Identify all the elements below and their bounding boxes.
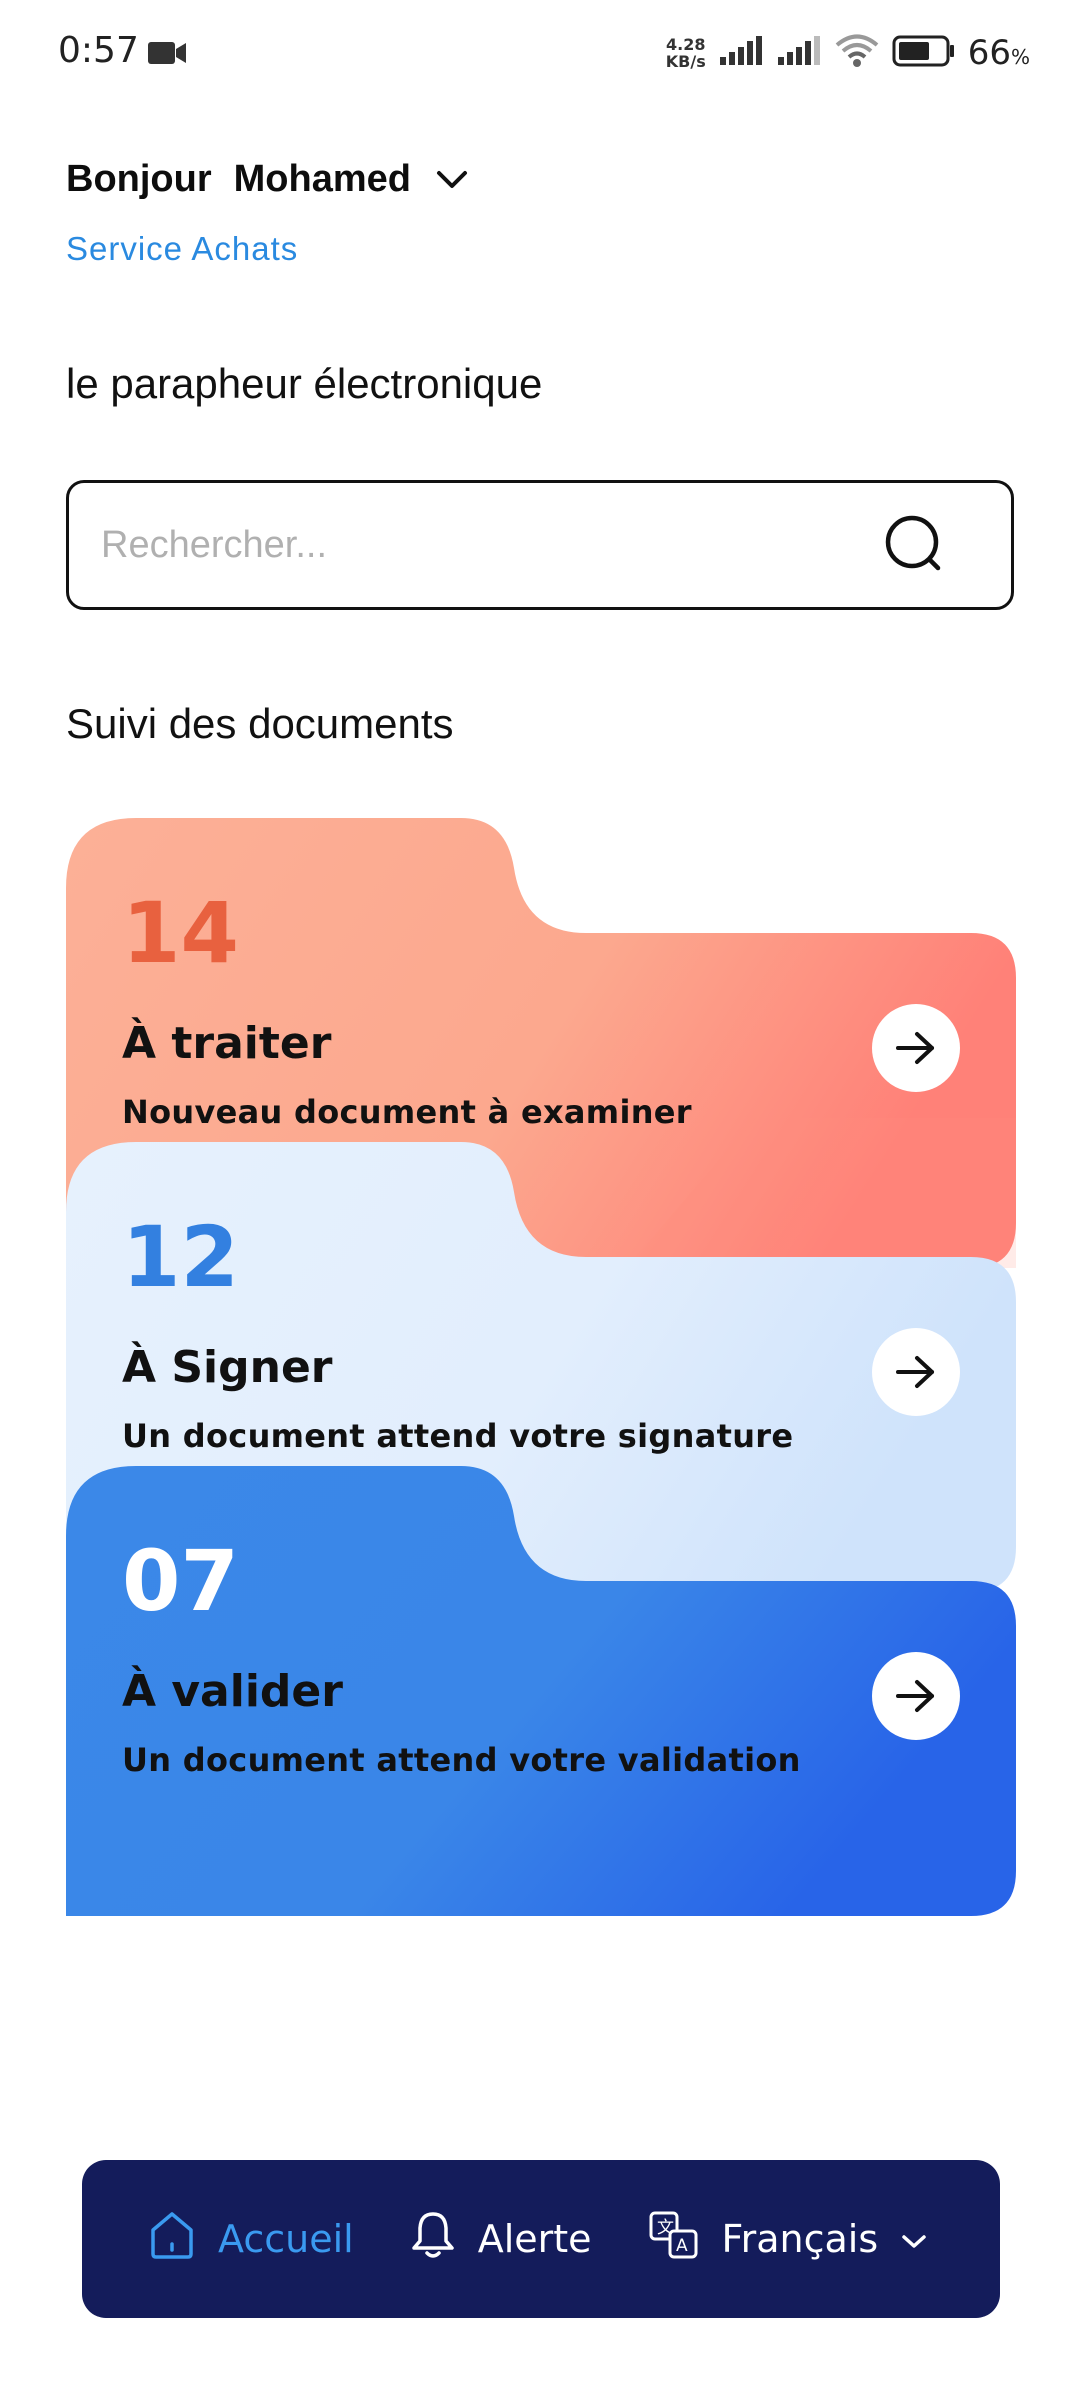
video-camera-icon: [148, 40, 188, 71]
status-bar: 0:57 4.28 KB/s 66%: [0, 0, 1080, 110]
status-icons: 4.28 KB/s 66%: [666, 28, 1030, 78]
service-label: Service Achats: [66, 230, 299, 267]
card-title: À Signer: [122, 1342, 333, 1393]
arrow-right-icon: [896, 1356, 934, 1388]
signal-icon-2: [776, 35, 822, 72]
page-subtitle: le parapheur électronique: [66, 360, 543, 407]
section-title: Suivi des documents: [66, 700, 454, 747]
home-icon: [148, 2210, 196, 2269]
arrow-right-icon: [896, 1680, 934, 1712]
user-selector[interactable]: Bonjour Mohamed: [66, 158, 469, 201]
card-to-validate[interactable]: 07 À valider Un document attend votre va…: [66, 1466, 1016, 1916]
card-count: 14: [122, 884, 239, 982]
search-input[interactable]: [101, 523, 875, 567]
nav-item-language[interactable]: 文A Français: [648, 2210, 929, 2269]
card-description: Un document attend votre signature: [122, 1417, 794, 1455]
card-title: À traiter: [122, 1018, 332, 1069]
card-count: 07: [122, 1532, 239, 1630]
user-name: Mohamed: [233, 158, 411, 200]
signal-icon: [718, 35, 764, 72]
greeting-text: Bonjour: [66, 158, 212, 200]
network-speed: 4.28 KB/s: [665, 35, 706, 71]
arrow-right-icon: [896, 1032, 934, 1064]
svg-text:A: A: [676, 2236, 688, 2256]
search-icon[interactable]: [875, 505, 955, 585]
search-bar: [66, 480, 1014, 610]
card-description: Nouveau document à examiner: [122, 1093, 692, 1131]
nav-label: Alerte: [477, 2217, 592, 2261]
battery-percent: 66%: [967, 33, 1030, 73]
translate-icon: 文A: [648, 2210, 700, 2269]
nav-label: Français: [721, 2217, 879, 2261]
open-to-validate-button[interactable]: [872, 1652, 960, 1740]
nav-item-alerts[interactable]: Alerte: [410, 2209, 592, 2270]
battery-icon: [892, 35, 956, 72]
bottom-navigation: Accueil Alerte 文A Français: [82, 2160, 1000, 2318]
open-to-process-button[interactable]: [872, 1004, 960, 1092]
card-title: À valider: [122, 1666, 343, 1717]
bell-icon: [410, 2209, 456, 2270]
nav-label: Accueil: [218, 2217, 354, 2261]
chevron-down-icon: [900, 2217, 928, 2261]
status-time: 0:57: [58, 30, 139, 71]
nav-item-home[interactable]: Accueil: [148, 2210, 354, 2269]
chevron-down-icon[interactable]: [435, 169, 469, 191]
card-count: 12: [122, 1208, 239, 1306]
card-description: Un document attend votre validation: [122, 1741, 801, 1779]
open-to-sign-button[interactable]: [872, 1328, 960, 1416]
wifi-icon: [834, 34, 880, 73]
